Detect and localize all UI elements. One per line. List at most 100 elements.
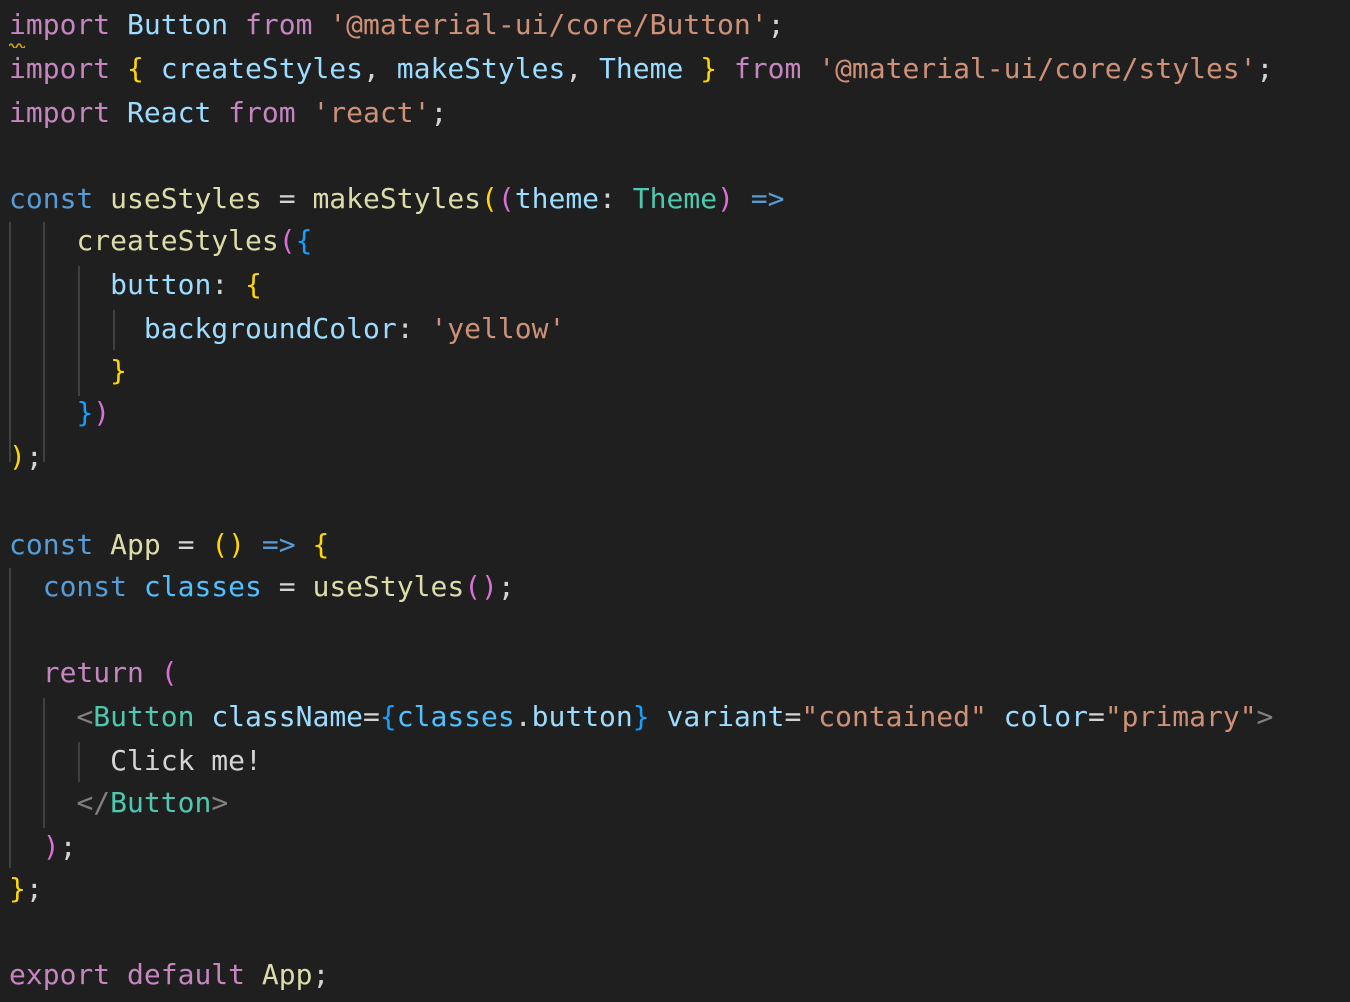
code-line[interactable]: createStyles({ [9,221,312,261]
code-token: ; [497,570,515,603]
code-token: = [363,700,380,733]
code-token: "primary" [1104,700,1257,733]
code-token: theme [514,182,600,215]
code-line[interactable]: Click me! [9,741,262,781]
code-token: ; [59,830,77,863]
code-token: export [9,958,111,991]
code-line[interactable]: backgroundColor: 'yellow' [9,309,565,349]
code-token: ; [1256,52,1274,85]
code-line[interactable]: button: { [9,265,262,305]
code-token: () [464,570,498,603]
code-token: => [750,182,785,215]
code-token: { [127,52,144,85]
code-token: from [245,8,313,41]
code-line[interactable]: }) [9,393,110,433]
code-token: } [110,354,128,387]
code-line[interactable]: } [9,351,127,391]
code-token: ) [42,830,60,863]
code-token: import [9,96,111,129]
code-line[interactable]: const App = () => { [9,525,329,565]
code-token: ( [278,224,296,257]
code-token: => [261,528,296,561]
code-line[interactable]: const classes = useStyles(); [9,567,515,607]
code-token: . [514,700,532,733]
code-token: > [1256,700,1274,733]
code-token: = [160,528,212,561]
code-line[interactable]: import { createStyles, makeStyles, Theme… [9,49,1273,89]
code-line[interactable]: </Button> [9,783,228,823]
code-token: createStyles [160,52,364,85]
code-token: color [1003,700,1088,733]
code-token: { [295,224,313,257]
code-line[interactable]: ); [9,827,77,867]
code-token: Button [127,8,229,41]
code-token: import [9,52,111,85]
code-token: ( [160,656,178,689]
code-token: App [110,528,161,561]
code-token: classes [396,700,515,733]
code-token: React [127,96,212,129]
code-line[interactable]: const useStyles = makeStyles((theme: The… [9,179,785,219]
code-line[interactable]: ); [9,437,43,477]
code-token: </ [76,786,111,819]
code-line[interactable]: import React from 'react'; [9,93,447,133]
code-line[interactable]: return ( [9,653,178,693]
code-token: useStyles [110,182,262,215]
code-token: Button [93,700,195,733]
code-token: ( [481,182,498,215]
code-token: } [9,872,26,905]
code-token: App [261,958,313,991]
code-token: from [228,96,296,129]
code-token: } [76,396,94,429]
code-token: < [76,700,94,733]
code-token: backgroundColor [143,312,397,345]
code-token: , [363,52,397,85]
code-token: import [9,8,111,41]
code-token: ; [25,872,43,905]
code-token: button [531,700,633,733]
code-token: = [784,700,802,733]
code-token: = [261,182,313,215]
code-token: const [9,528,94,561]
code-token: ; [430,96,448,129]
code-line[interactable]: import Button from '@material-ui/core/Bu… [9,5,784,45]
code-token: className [211,700,364,733]
code-token: } [700,52,718,85]
code-token: useStyles [312,570,465,603]
code-token: "contained" [801,700,987,733]
code-token: : [211,268,246,301]
code-token: > [211,786,229,819]
code-line[interactable]: <Button className={classes.button} varia… [9,697,1273,737]
code-token: } [632,700,650,733]
code-editor[interactable]: import Button from '@material-ui/core/Bu… [0,0,1350,1002]
code-line[interactable]: export default App; [9,955,329,995]
code-line[interactable]: }; [9,869,43,909]
code-token: '@material-ui/core/styles' [818,52,1257,85]
code-token: makeStyles [312,182,482,215]
code-token: ) [717,182,734,215]
